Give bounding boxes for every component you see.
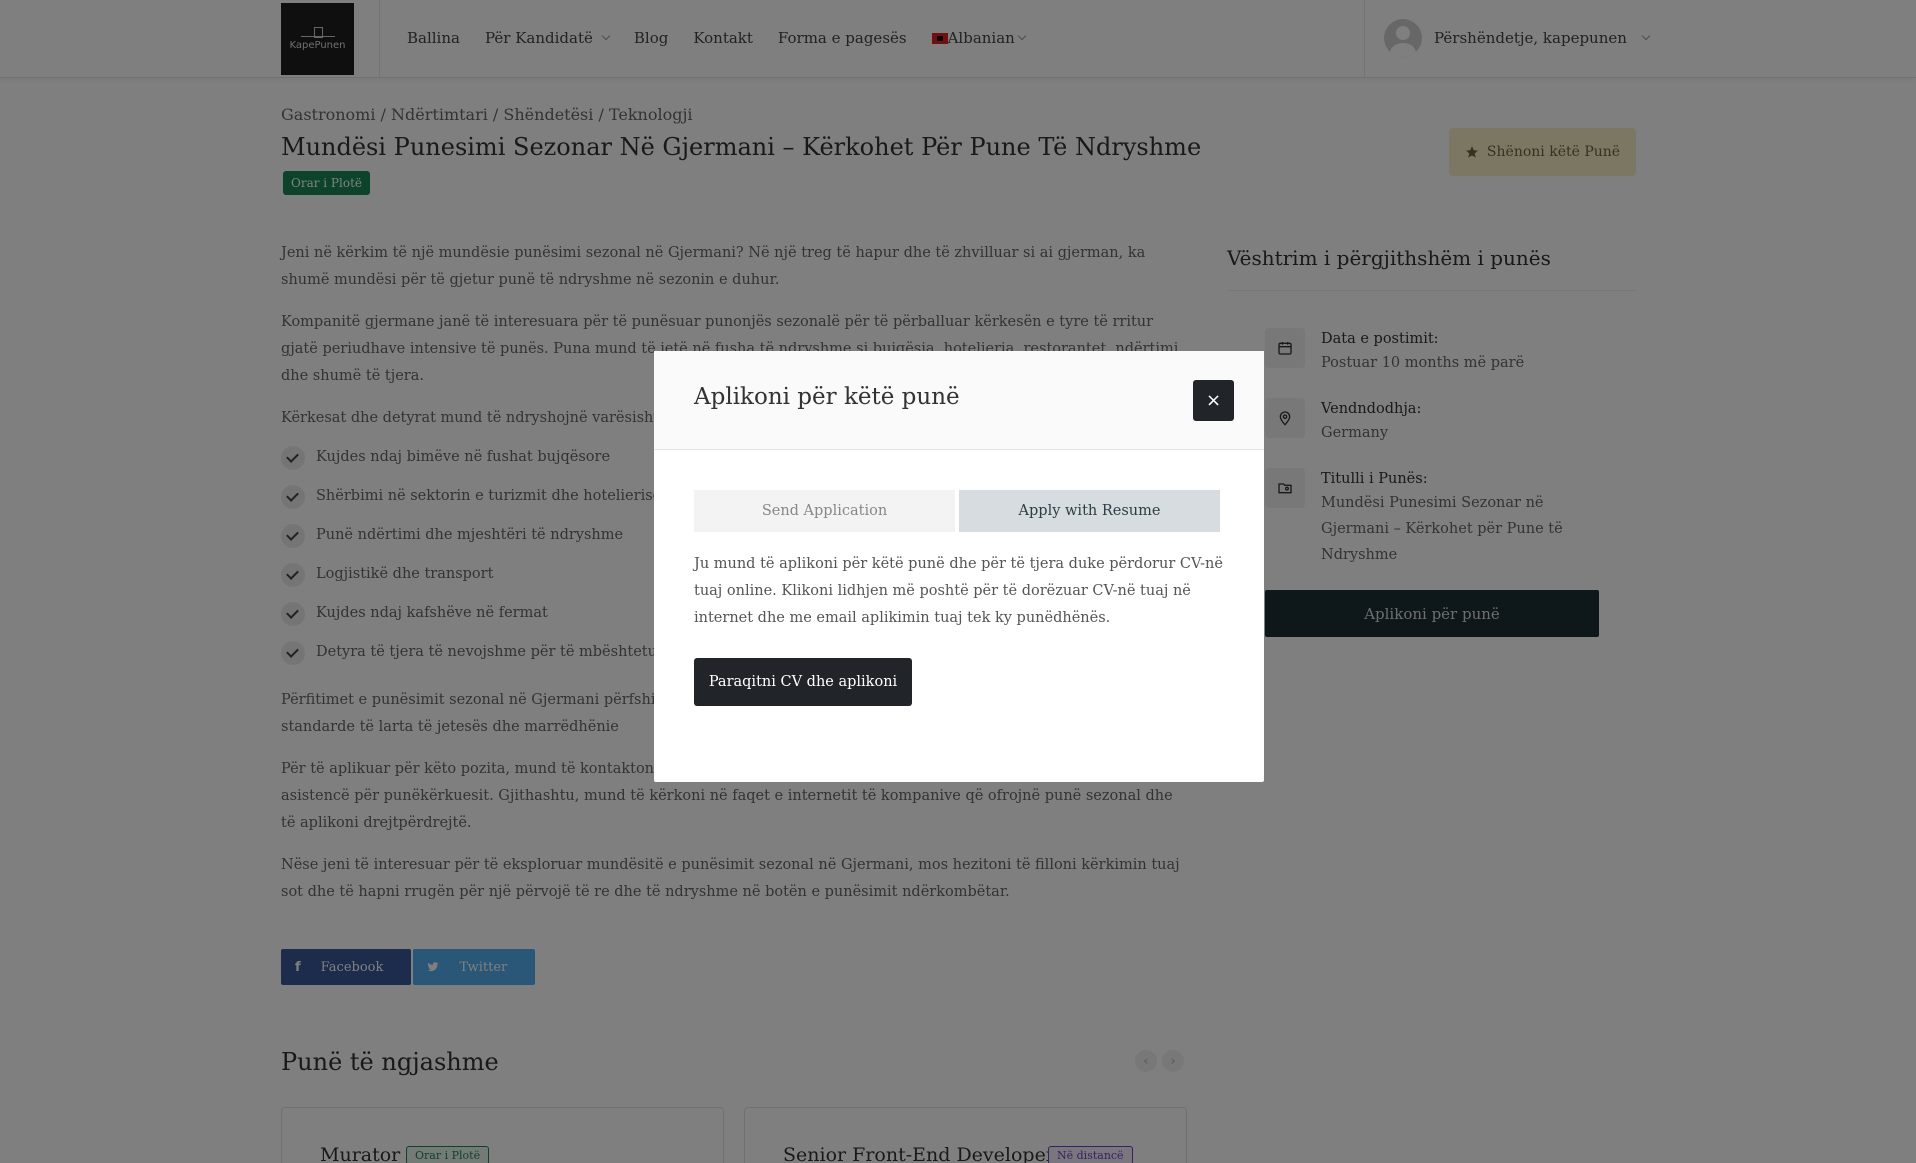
modal-header: Aplikoni për këtë punë × xyxy=(654,351,1264,450)
close-icon: × xyxy=(1205,390,1222,411)
modal-description: Ju mund të aplikoni për këtë punë dhe pë… xyxy=(694,556,1223,626)
tab-apply-with-resume[interactable]: Apply with Resume xyxy=(959,490,1220,532)
modal-title: Aplikoni për këtë punë xyxy=(694,384,960,410)
tab-send-application[interactable]: Send Application xyxy=(694,490,955,532)
apply-modal: Aplikoni për këtë punë × Send Applicatio… xyxy=(654,351,1264,782)
close-button[interactable]: × xyxy=(1193,380,1234,421)
submit-cv-button[interactable]: Paraqitni CV dhe aplikoni xyxy=(694,658,912,706)
